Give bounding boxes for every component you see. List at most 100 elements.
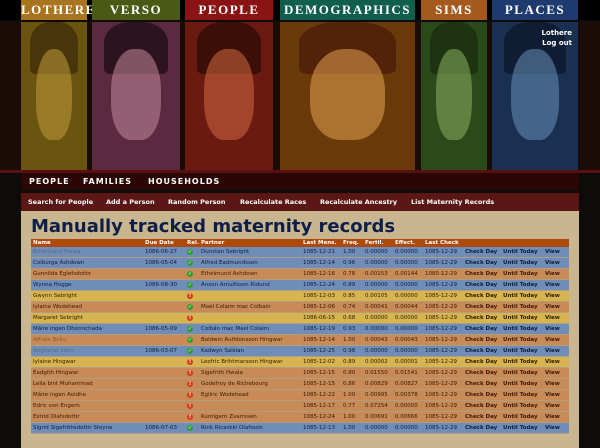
check-day-button[interactable]: Check Day <box>463 389 501 401</box>
recalculate-races-link[interactable]: Recalculate Races <box>240 193 306 211</box>
check-day-button[interactable]: Check Day <box>463 422 501 434</box>
add-person-link[interactable]: Add a Person <box>106 193 155 211</box>
view-button[interactable]: View <box>543 422 569 434</box>
view-button[interactable]: View <box>543 257 569 269</box>
check-day-button[interactable]: Check Day <box>463 334 501 346</box>
until-today-button[interactable]: Until Today <box>501 323 543 335</box>
check-day-button[interactable]: Check Day <box>463 268 501 280</box>
until-today-button[interactable]: Until Today <box>501 312 543 324</box>
tab-verso[interactable]: VERSO <box>92 0 180 20</box>
row-partner[interactable]: Anson Arnulfsson Ridund <box>199 279 301 291</box>
view-button[interactable]: View <box>543 279 569 291</box>
until-today-button[interactable]: Until Today <box>501 279 543 291</box>
until-today-button[interactable]: Until Today <box>501 268 543 280</box>
until-today-button[interactable]: Until Today <box>501 400 543 412</box>
until-today-button[interactable]: Until Today <box>501 334 543 346</box>
tab-people[interactable]: PEOPLE <box>185 0 273 20</box>
check-day-button[interactable]: Check Day <box>463 257 501 269</box>
row-partner[interactable]: Rink Ricaskki Olafsson <box>199 422 301 434</box>
search-people-link[interactable]: Search for People <box>28 193 93 211</box>
row-name[interactable]: Colburga Ashdown <box>31 257 143 269</box>
view-button[interactable]: View <box>543 389 569 401</box>
view-button[interactable]: View <box>543 247 569 258</box>
row-partner[interactable]: Kuntigern Zvarrssen <box>199 411 301 423</box>
check-day-button[interactable]: Check Day <box>463 356 501 368</box>
tab-sims[interactable]: SIMS <box>421 0 487 20</box>
row-name[interactable]: Wynna Hogge <box>31 279 143 291</box>
row-partner[interactable]: Dunstan Sebright <box>199 247 301 258</box>
row-partner[interactable]: Mael Colaim mac Colbain <box>199 301 301 313</box>
until-today-button[interactable]: Until Today <box>501 422 543 434</box>
row-partner[interactable]: Ethelmund Ashdown <box>199 268 301 280</box>
row-partner[interactable] <box>199 290 301 302</box>
subnav-families[interactable]: FAMILIES <box>83 173 132 190</box>
username-link[interactable]: Lothere <box>541 28 572 38</box>
row-partner[interactable]: Colbán mac Mael Colaim <box>199 323 301 335</box>
row-name[interactable]: Iylaine Wodehead <box>31 301 143 313</box>
row-name[interactable]: Gunnilda Eglefsdottir <box>31 268 143 280</box>
view-button[interactable]: View <box>543 301 569 313</box>
check-day-button[interactable]: Check Day <box>463 301 501 313</box>
until-today-button[interactable]: Until Today <box>501 301 543 313</box>
until-today-button[interactable]: Until Today <box>501 257 543 269</box>
check-day-button[interactable]: Check Day <box>463 411 501 423</box>
row-name[interactable]: Brihtmund Hwala <box>31 247 143 258</box>
view-button[interactable]: View <box>543 290 569 302</box>
row-name[interactable]: Leila bint Muhammad <box>31 378 143 390</box>
view-button[interactable]: View <box>543 356 569 368</box>
view-button[interactable]: View <box>543 411 569 423</box>
row-name[interactable]: Sigrid Sigefrithsdottir Steyne <box>31 422 143 434</box>
tab-demographics[interactable]: DEMOGRAPHICS <box>280 0 415 20</box>
until-today-button[interactable]: Until Today <box>501 378 543 390</box>
row-partner[interactable]: Alfred Eadmundsson <box>199 257 301 269</box>
view-button[interactable]: View <box>543 345 569 357</box>
subnav-people[interactable]: PEOPLE <box>29 173 70 190</box>
check-day-button[interactable]: Check Day <box>463 290 501 302</box>
row-partner[interactable] <box>199 400 301 412</box>
row-partner[interactable] <box>199 312 301 324</box>
check-day-button[interactable]: Check Day <box>463 345 501 357</box>
until-today-button[interactable]: Until Today <box>501 247 543 258</box>
check-day-button[interactable]: Check Day <box>463 400 501 412</box>
view-button[interactable]: View <box>543 268 569 280</box>
until-today-button[interactable]: Until Today <box>501 389 543 401</box>
row-name[interactable]: Estrid Olafsdottir <box>31 411 143 423</box>
row-partner[interactable]: Sigefrith Hwala <box>199 367 301 379</box>
subnav-households[interactable]: HOUSEHOLDS <box>148 173 220 190</box>
list-maternity-link[interactable]: List Maternity Records <box>411 193 494 211</box>
view-button[interactable]: View <box>543 323 569 335</box>
until-today-button[interactable]: Until Today <box>501 356 543 368</box>
until-today-button[interactable]: Until Today <box>501 345 543 357</box>
row-name[interactable]: Gwynn Sebright <box>31 290 143 302</box>
check-day-button[interactable]: Check Day <box>463 247 501 258</box>
row-name[interactable]: Máire ingen Dhonnchada <box>31 323 143 335</box>
view-button[interactable]: View <box>543 378 569 390</box>
until-today-button[interactable]: Until Today <box>501 367 543 379</box>
random-person-link[interactable]: Random Person <box>168 193 226 211</box>
row-partner[interactable]: Kadwyn Salsian <box>199 345 301 357</box>
recalculate-ancestry-link[interactable]: Recalculate Ancestry <box>320 193 397 211</box>
row-name[interactable]: Iylaine Hingwar <box>31 356 143 368</box>
view-button[interactable]: View <box>543 334 569 346</box>
row-partner[interactable]: Baldwin Aulfdonsson Hingwar <box>199 334 301 346</box>
tab-places[interactable]: PLACES <box>492 0 578 20</box>
check-day-button[interactable]: Check Day <box>463 312 501 324</box>
row-name[interactable]: Edric von Engern <box>31 400 143 412</box>
check-day-button[interactable]: Check Day <box>463 323 501 335</box>
until-today-button[interactable]: Until Today <box>501 290 543 302</box>
row-name[interactable]: Máire ingen Aoidhe <box>31 389 143 401</box>
row-partner[interactable]: Godefroy de Richebourg <box>199 378 301 390</box>
check-day-button[interactable]: Check Day <box>463 378 501 390</box>
row-name[interactable]: Affrais Bollo <box>31 334 143 346</box>
view-button[interactable]: View <box>543 312 569 324</box>
row-name[interactable]: Eadgith Hingwar <box>31 367 143 379</box>
row-name[interactable]: Angharat Selin <box>31 345 143 357</box>
view-button[interactable]: View <box>543 400 569 412</box>
row-partner[interactable]: Egilric Wodehead <box>199 389 301 401</box>
view-button[interactable]: View <box>543 367 569 379</box>
check-day-button[interactable]: Check Day <box>463 279 501 291</box>
tab-lothere[interactable]: LOTHERE <box>21 0 94 20</box>
row-partner[interactable]: Leofric Brihtmarsson Hingwar <box>199 356 301 368</box>
logout-link[interactable]: Log out <box>541 38 572 48</box>
row-name[interactable]: Margaret Sebright <box>31 312 143 324</box>
